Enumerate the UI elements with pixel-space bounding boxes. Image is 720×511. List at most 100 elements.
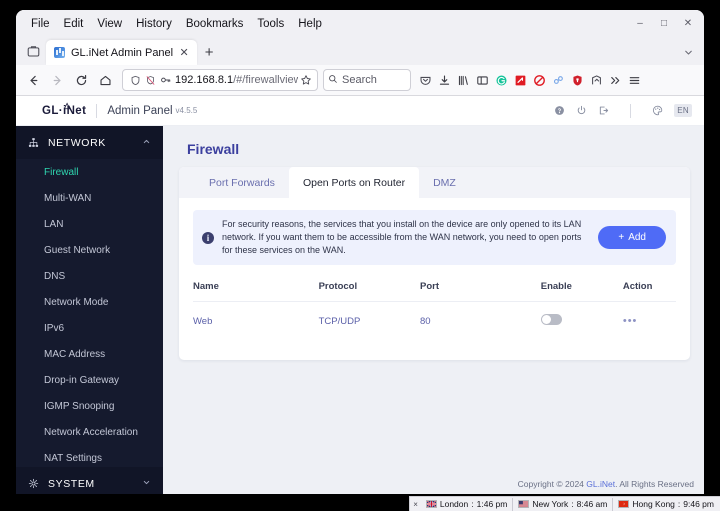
tracking-protection-off-icon[interactable] (143, 75, 158, 86)
cell-action: ••• (623, 302, 676, 341)
app-title: Admin Panel (107, 104, 173, 117)
app-body: NETWORK Firewall Multi-WAN LAN Guest Net… (16, 126, 704, 494)
enable-toggle[interactable] (540, 314, 562, 326)
menu-file[interactable]: File (24, 16, 57, 32)
table-body: Web TCP/UDP 80 ••• (193, 302, 676, 341)
url-text: 192.168.8.1/#/firewallview (175, 74, 298, 86)
tab-open-ports-on-router[interactable]: Open Ports on Router (288, 167, 420, 198)
sidebar-item-label: Drop-in Gateway (44, 374, 120, 386)
back-button[interactable] (21, 68, 45, 92)
save-to-extension-icon[interactable] (587, 69, 606, 91)
wifi-icon: △ (64, 100, 71, 110)
menu-edit[interactable]: Edit (57, 16, 91, 32)
sidebar: NETWORK Firewall Multi-WAN LAN Guest Net… (16, 126, 163, 494)
theme-palette-icon[interactable] (652, 105, 663, 116)
help-icon[interactable] (554, 105, 565, 116)
firefox-view-icon[interactable] (20, 39, 46, 63)
world-clock-status-bar: × London: 1:46 pm New York: 8:46 am Hong… (409, 496, 720, 511)
sidebar-item-dns[interactable]: DNS (16, 263, 163, 289)
sidebar-item-network-mode[interactable]: Network Mode (16, 289, 163, 315)
grammarly-extension-icon[interactable] (492, 69, 511, 91)
cell-protocol: TCP/UDP (318, 315, 361, 327)
tab-dmz[interactable]: DMZ (419, 167, 470, 198)
page-title: Firewall (187, 141, 240, 157)
adblock-extension-icon[interactable] (530, 69, 549, 91)
menu-bar: File Edit View History Bookmarks Tools H… (16, 10, 704, 37)
sidebar-item-firewall[interactable]: Firewall (16, 159, 163, 185)
add-button[interactable]: + Add (598, 226, 666, 250)
close-icon[interactable]: × (413, 500, 418, 509)
menu-help[interactable]: Help (291, 16, 329, 32)
add-button-label: Add (628, 232, 646, 244)
pocket-icon[interactable] (416, 69, 435, 91)
chevron-down-icon[interactable] (678, 42, 698, 62)
bitwarden-extension-icon[interactable] (568, 69, 587, 91)
table-row: Web TCP/UDP 80 ••• (193, 302, 676, 341)
gl-inet-link[interactable]: GL.iNet (586, 479, 615, 489)
url-host: 192.168.8.1 (175, 74, 234, 86)
sidebar-item-ipv6[interactable]: IPv6 (16, 315, 163, 341)
sidebar-item-network-acceleration[interactable]: Network Acceleration (16, 419, 163, 445)
sidebar-item-drop-in-gateway[interactable]: Drop-in Gateway (16, 367, 163, 393)
downloads-icon[interactable] (435, 69, 454, 91)
copyright-prefix: Copyright © 2024 (517, 479, 587, 489)
power-icon[interactable] (576, 105, 587, 116)
menu-history[interactable]: History (129, 16, 179, 32)
clock-time: 9:46 pm (683, 499, 714, 509)
sidebar-item-label: IPv6 (44, 322, 65, 334)
menu-view[interactable]: View (90, 16, 129, 32)
clock-hong-kong[interactable]: Hong Kong: 9:46 pm (613, 498, 716, 511)
url-bar[interactable]: 192.168.8.1/#/firewallview (122, 69, 318, 91)
browser-tab[interactable]: GL.iNet Admin Panel ✕ (46, 40, 198, 65)
library-icon[interactable] (454, 69, 473, 91)
clock-city: Hong Kong (632, 499, 675, 509)
home-button[interactable] (93, 68, 117, 92)
language-selector[interactable]: EN (674, 104, 692, 117)
clock-london[interactable]: London: 1:46 pm (421, 497, 514, 511)
logout-icon[interactable] (598, 105, 609, 116)
sidebar-item-multi-wan[interactable]: Multi-WAN (16, 185, 163, 211)
sidebars-icon[interactable] (473, 69, 492, 91)
chevron-down-icon[interactable] (142, 478, 151, 489)
chevron-up-icon[interactable] (142, 137, 151, 148)
tab-title: GL.iNet Admin Panel (71, 46, 174, 59)
shield-icon[interactable] (128, 75, 143, 86)
sidebar-group-network[interactable]: NETWORK (16, 126, 163, 159)
clock-new-york[interactable]: New York: 8:46 am (513, 497, 614, 511)
close-button[interactable]: ✕ (677, 15, 699, 33)
more-options-icon[interactable]: ••• (623, 315, 638, 327)
sidebar-item-mac-address[interactable]: MAC Address (16, 341, 163, 367)
maximize-button[interactable]: □ (653, 15, 675, 33)
search-bar[interactable]: Search (323, 69, 411, 91)
minimize-button[interactable]: – (629, 15, 651, 33)
sidebar-item-igmp-snooping[interactable]: IGMP Snooping (16, 393, 163, 419)
page-viewport: GL·iNet △ Admin Panel v4.5.5 EN NETWORK … (16, 96, 704, 494)
browser-window: File Edit View History Bookmarks Tools H… (16, 10, 704, 494)
sidebar-group-system[interactable]: SYSTEM (16, 467, 163, 494)
network-tree-icon (28, 137, 44, 148)
info-icon: i (202, 231, 214, 244)
sidebar-item-label: Guest Network (44, 244, 111, 256)
menu-tools[interactable]: Tools (250, 16, 291, 32)
sidebar-item-guest-network[interactable]: Guest Network (16, 237, 163, 263)
reload-button[interactable] (69, 68, 93, 92)
menu-bookmarks[interactable]: Bookmarks (179, 16, 251, 32)
sidebar-item-label: MAC Address (44, 348, 106, 360)
cell-name[interactable]: Web (193, 302, 319, 341)
clock-city: London (439, 499, 469, 509)
bookmark-star-icon[interactable] (298, 74, 313, 86)
sidebar-item-lan[interactable]: LAN (16, 211, 163, 237)
ublock-origin-extension-icon[interactable] (511, 69, 530, 91)
linkclump-extension-icon[interactable] (549, 69, 568, 91)
cell-enable (540, 302, 623, 341)
close-icon[interactable]: ✕ (177, 46, 191, 60)
tab-bar: Port Forwards Open Ports on Router DMZ (179, 167, 690, 198)
overflow-chevrons-icon[interactable] (606, 69, 625, 91)
tab-port-forwards[interactable]: Port Forwards (195, 167, 289, 198)
new-tab-button[interactable]: + (197, 40, 221, 64)
app-menu-icon[interactable] (625, 69, 644, 91)
open-ports-table: Name Protocol Port Enable Action Web TCP… (193, 275, 676, 340)
key-icon[interactable] (158, 74, 173, 86)
clock-colon: : (471, 499, 474, 509)
card-body: i For security reasons, the services tha… (179, 198, 690, 340)
